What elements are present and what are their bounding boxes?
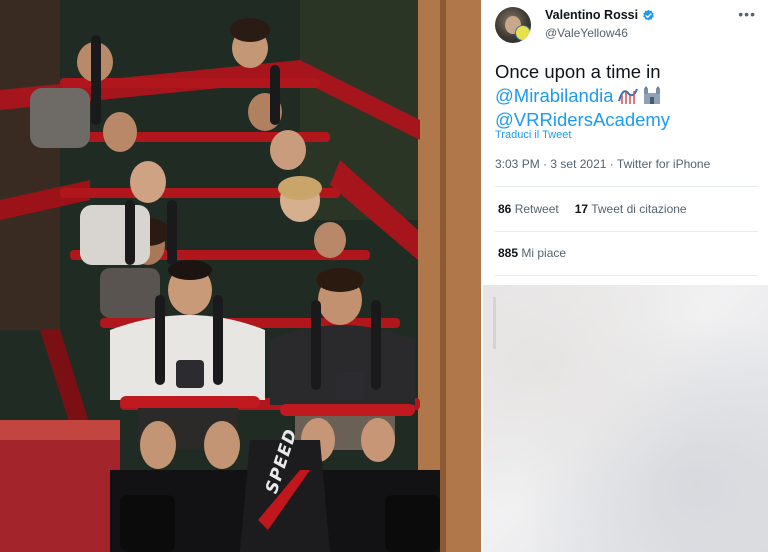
- user-handle[interactable]: @ValeYellow46: [545, 26, 628, 40]
- avatar-helmet: [515, 25, 531, 41]
- retweets-stat[interactable]: 86 Retweet: [498, 202, 559, 216]
- roller-coaster-icon: [617, 88, 638, 104]
- meta-separator: ·: [609, 157, 614, 171]
- tweet-time[interactable]: 3:03 PM: [495, 157, 540, 171]
- divider: [495, 275, 758, 276]
- blurred-mark: [493, 297, 496, 349]
- tweet-text-line1: Once upon a time in: [495, 61, 661, 82]
- tweet-source[interactable]: Twitter for iPhone: [617, 157, 710, 171]
- roller-coaster-photo: SPEED: [0, 0, 481, 552]
- retweet-stats-row: 86 Retweet 17 Tweet di citazione: [498, 202, 687, 216]
- tweet-card: Valentino Rossi @ValeYellow46 ••• Once u…: [483, 0, 768, 285]
- photo-illustration: [0, 0, 481, 552]
- more-options-icon[interactable]: •••: [738, 6, 756, 22]
- tweet-date[interactable]: 3 set 2021: [550, 157, 606, 171]
- translate-tweet-link[interactable]: Traduci il Tweet: [495, 129, 571, 141]
- likes-stats-row: 885 Mi piace: [498, 246, 566, 260]
- verified-badge-icon: [643, 9, 654, 20]
- quotes-count: 17: [574, 202, 589, 216]
- divider: [495, 231, 758, 232]
- mention-vrridersacademy[interactable]: @VRRidersAcademy: [495, 109, 670, 130]
- retweets-label: Retweet: [514, 202, 559, 216]
- tweet-meta: 3:03 PM · 3 set 2021 · Twitter for iPhon…: [495, 157, 710, 171]
- quotes-label: Tweet di citazione: [591, 202, 687, 216]
- retweets-count: 86: [498, 202, 512, 216]
- blurred-panel: [483, 285, 768, 552]
- tweet-text: Once upon a time in @Mirabilandia @VRRid…: [495, 60, 760, 132]
- display-name-text: Valentino Rossi: [545, 8, 639, 22]
- likes-label: Mi piace: [521, 246, 567, 260]
- likes-count: 885: [498, 246, 519, 260]
- meta-separator: ·: [543, 157, 548, 171]
- avatar[interactable]: [495, 7, 531, 43]
- display-name[interactable]: Valentino Rossi: [545, 8, 655, 22]
- castle-icon: [643, 86, 660, 104]
- mention-mirabilandia[interactable]: @Mirabilandia: [495, 85, 614, 106]
- quotes-stat[interactable]: 17 Tweet di citazione: [575, 202, 687, 216]
- divider: [495, 186, 758, 187]
- likes-stat[interactable]: 885 Mi piace: [498, 246, 566, 260]
